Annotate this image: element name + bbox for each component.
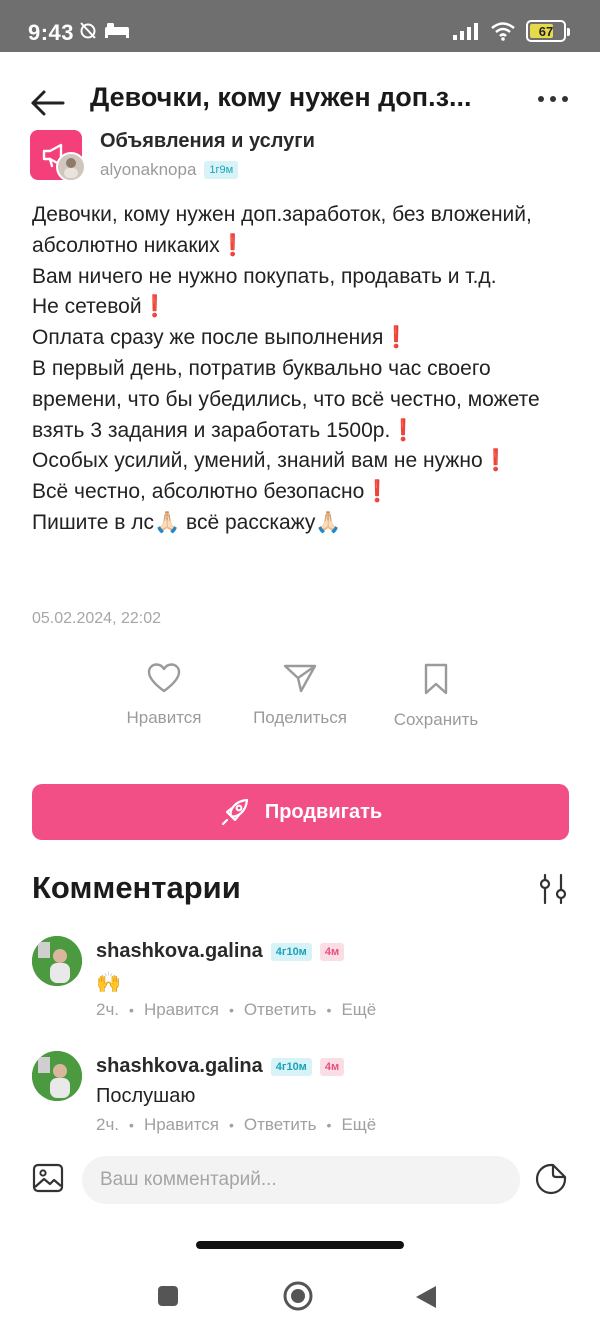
bed-icon <box>105 23 129 38</box>
comments-heading: Комментарии <box>32 870 241 905</box>
share-label: Поделиться <box>253 708 347 727</box>
status-notification-icons <box>78 20 130 40</box>
save-label: Сохранить <box>393 710 479 729</box>
battery-percent: 67 <box>538 23 554 39</box>
comment-author[interactable]: shashkova.galina <box>96 940 263 963</box>
like-button[interactable]: Нравится <box>94 662 234 728</box>
comment-tenure-badge: 4г10м <box>270 1057 312 1076</box>
wifi-icon <box>491 22 515 41</box>
filter-icon[interactable] <box>536 872 570 906</box>
community-name[interactable]: Объявления и услуги <box>100 130 315 153</box>
image-attach-icon[interactable] <box>32 1162 64 1194</box>
comment-meta: 2ч. • Нравится • Ответить • Ещё <box>96 1000 377 1020</box>
comment-meta: 2ч. • Нравится • Ответить • Ещё <box>96 1115 377 1135</box>
sticker-icon[interactable] <box>534 1162 568 1196</box>
comment-like-button[interactable]: Нравится <box>144 1115 219 1135</box>
post-text: Девочки, кому нужен доп.заработок, без в… <box>32 203 540 534</box>
back-nav-icon[interactable] <box>414 1284 438 1310</box>
comment-author-line: shashkova.galina 4г10м 4м <box>96 1055 345 1078</box>
back-arrow-icon[interactable] <box>30 88 66 118</box>
comment-reply-button[interactable]: Ответить <box>244 1000 317 1020</box>
promote-button[interactable]: Продвигать <box>32 784 569 840</box>
rocket-icon <box>221 798 248 826</box>
author-line: alyonaknopa 1г9м <box>100 160 239 180</box>
like-label: Нравится <box>126 708 202 727</box>
community-header[interactable]: Объявления и услуги alyonaknopa 1г9м <box>30 128 570 188</box>
post-actions: Нравится Поделиться Сохранить <box>0 662 600 742</box>
commenter-avatar[interactable] <box>32 1051 82 1101</box>
heart-icon <box>147 663 181 693</box>
comment-more-button[interactable]: Ещё <box>341 1115 376 1135</box>
comment-item: shashkova.galina 4г10м 4м 🙌 2ч. • Нравит… <box>32 936 572 1046</box>
comment-text: 🙌 <box>96 972 121 994</box>
comment-text: Послушаю <box>96 1085 196 1107</box>
comment-tenure-badge: 4г10м <box>270 942 312 961</box>
home-icon[interactable] <box>282 1280 314 1312</box>
comment-reply-button[interactable]: Ответить <box>244 1115 317 1135</box>
comment-more-button[interactable]: Ещё <box>341 1000 376 1020</box>
comment-membership-badge: 4м <box>319 942 345 961</box>
page-title: Девочки, кому нужен доп.з... <box>90 82 472 112</box>
home-indicator[interactable] <box>196 1241 404 1249</box>
author-tenure-badge: 1г9м <box>204 161 239 179</box>
author-username[interactable]: alyonaknopa <box>100 160 196 180</box>
comment-input[interactable] <box>82 1156 520 1204</box>
comment-like-button[interactable]: Нравится <box>144 1000 219 1020</box>
author-avatar[interactable] <box>56 152 86 182</box>
card-edge <box>8 52 592 62</box>
comment-composer <box>0 1150 600 1214</box>
status-bar: 9:43 67 <box>0 0 600 62</box>
alarm-off-icon <box>80 22 96 39</box>
system-nav-bar <box>0 1262 600 1332</box>
commenter-avatar[interactable] <box>32 936 82 986</box>
comment-time: 2ч. <box>96 1115 120 1134</box>
status-time: 9:43 <box>28 20 75 45</box>
comment-item: shashkova.galina 4г10м 4м Послушаю 2ч. •… <box>32 1051 572 1161</box>
comment-author[interactable]: shashkova.galina <box>96 1055 263 1078</box>
more-options-icon[interactable] <box>538 96 568 102</box>
save-button[interactable]: Сохранить <box>366 662 506 730</box>
comment-membership-badge: 4м <box>319 1057 345 1076</box>
comment-time: 2ч. <box>96 1000 120 1019</box>
bookmark-icon <box>424 663 448 695</box>
share-icon <box>283 664 317 693</box>
phone-screen: 9:43 67 Девочки, кому нужен доп.з... Объ… <box>0 0 600 1332</box>
share-button[interactable]: Поделиться <box>230 662 370 728</box>
top-app-bar: Девочки, кому нужен доп.з... <box>0 62 600 138</box>
post-body: Девочки, кому нужен доп.заработок, без в… <box>32 200 572 539</box>
comment-author-line: shashkova.galina 4г10м 4м <box>96 940 345 963</box>
promote-label: Продвигать <box>264 800 383 823</box>
recents-icon[interactable] <box>156 1284 180 1308</box>
signal-icon <box>453 23 478 40</box>
battery-icon: 67 <box>526 20 570 42</box>
status-system-icons: 67 <box>452 20 570 42</box>
post-date: 05.02.2024, 22:02 <box>32 610 162 627</box>
